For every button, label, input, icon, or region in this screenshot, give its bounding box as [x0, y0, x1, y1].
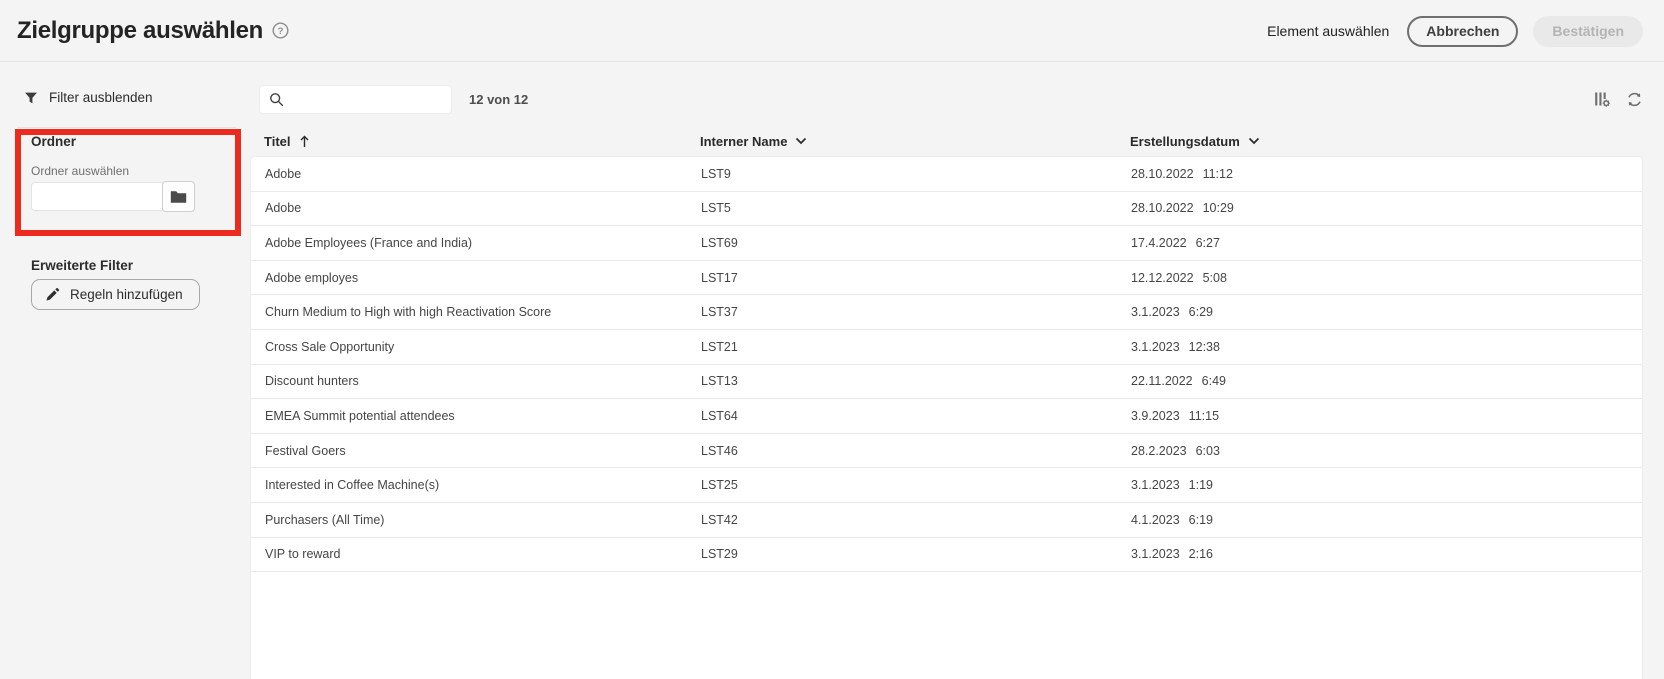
cell-created-date: 17.4.20226:27 [1131, 236, 1642, 250]
title-wrap: Zielgruppe auswählen ? [17, 17, 289, 45]
cell-title: VIP to reward [251, 547, 701, 561]
cell-title: Adobe Employees (France and India) [251, 236, 701, 250]
filter-funnel-icon [24, 91, 38, 105]
cell-title: EMEA Summit potential attendees [251, 409, 701, 423]
cell-created-date: 3.1.20236:29 [1131, 305, 1642, 319]
column-label: Titel [264, 134, 291, 149]
cell-created-date: 12.12.20225:08 [1131, 271, 1642, 285]
cell-internal-name: LST25 [701, 478, 1131, 492]
add-rules-button[interactable]: Regeln hinzufügen [31, 279, 200, 310]
cell-internal-name: LST5 [701, 201, 1131, 215]
column-settings-icon [1594, 91, 1611, 108]
refresh-icon [1626, 91, 1643, 108]
column-label: Erstellungsdatum [1130, 134, 1240, 149]
table-header: Titel Interner Name Erstellungsdatum [250, 129, 1643, 153]
table-row[interactable]: Cross Sale OpportunityLST213.1.202312:38 [251, 330, 1642, 365]
cell-created-date: 3.1.20232:16 [1131, 547, 1642, 561]
cell-created-date: 3.1.202312:38 [1131, 340, 1642, 354]
table-row[interactable]: Discount huntersLST1322.11.20226:49 [251, 365, 1642, 400]
filter-toggle-label: Filter ausblenden [49, 90, 153, 105]
cell-internal-name: LST9 [701, 167, 1131, 181]
cell-created-date: 28.10.202210:29 [1131, 201, 1642, 215]
cell-created-date: 3.1.20231:19 [1131, 478, 1642, 492]
table-row[interactable]: VIP to rewardLST293.1.20232:16 [251, 538, 1642, 573]
cell-created-date: 22.11.20226:49 [1131, 374, 1642, 388]
cell-internal-name: LST69 [701, 236, 1131, 250]
table-row[interactable]: Purchasers (All Time)LST424.1.20236:19 [251, 503, 1642, 538]
toolbar-icons [1594, 91, 1643, 108]
folder-browse-button[interactable] [162, 181, 195, 212]
table-row[interactable]: Churn Medium to High with high Reactivat… [251, 295, 1642, 330]
cell-internal-name: LST29 [701, 547, 1131, 561]
folder-section-heading: Ordner [31, 134, 76, 149]
column-settings-button[interactable] [1594, 91, 1611, 108]
help-icon[interactable]: ? [272, 22, 289, 39]
folder-icon [170, 190, 187, 204]
cancel-button[interactable]: Abbrechen [1407, 16, 1518, 47]
page-body: Filter ausblenden Ordner Ordner auswähle… [0, 63, 1664, 679]
cell-title: Adobe employes [251, 271, 701, 285]
sort-ascending-icon [299, 135, 310, 148]
topbar-actions: Element auswählen Abbrechen Bestätigen [1267, 0, 1643, 62]
cell-title: Purchasers (All Time) [251, 513, 701, 527]
table-row[interactable]: Festival GoersLST4628.2.20236:03 [251, 434, 1642, 469]
table-body: AdobeLST928.10.202211:12AdobeLST528.10.2… [250, 156, 1643, 679]
column-label: Interner Name [700, 134, 787, 149]
confirm-button[interactable]: Bestätigen [1533, 16, 1643, 47]
svg-text:?: ? [278, 26, 284, 37]
filter-sidebar: Filter ausblenden Ordner Ordner auswähle… [0, 63, 250, 679]
cell-title: Festival Goers [251, 444, 701, 458]
table-row[interactable]: Adobe employesLST1712.12.20225:08 [251, 261, 1642, 296]
result-count: 12 von 12 [469, 92, 528, 107]
column-header-interner-name[interactable]: Interner Name [700, 134, 1130, 149]
filter-toggle[interactable]: Filter ausblenden [24, 90, 153, 105]
sidebar-divider [17, 127, 236, 128]
cell-title: Cross Sale Opportunity [251, 340, 701, 354]
page-title: Zielgruppe auswählen [17, 17, 263, 45]
cell-internal-name: LST42 [701, 513, 1131, 527]
cell-title: Interested in Coffee Machine(s) [251, 478, 701, 492]
cell-created-date: 28.2.20236:03 [1131, 444, 1642, 458]
folder-input[interactable] [31, 182, 163, 211]
column-header-erstellungsdatum[interactable]: Erstellungsdatum [1130, 134, 1643, 149]
folder-picker [31, 181, 195, 212]
cell-internal-name: LST37 [701, 305, 1131, 319]
list-toolbar: 12 von 12 [259, 84, 1643, 114]
cell-internal-name: LST46 [701, 444, 1131, 458]
cell-created-date: 4.1.20236:19 [1131, 513, 1642, 527]
cell-internal-name: LST64 [701, 409, 1131, 423]
selection-hint: Element auswählen [1267, 23, 1389, 39]
pencil-icon [45, 287, 60, 302]
table-row[interactable]: Adobe Employees (France and India)LST691… [251, 226, 1642, 261]
search-box[interactable] [259, 85, 452, 114]
cell-title: Churn Medium to High with high Reactivat… [251, 305, 701, 319]
cell-internal-name: LST17 [701, 271, 1131, 285]
topbar: Zielgruppe auswählen ? Element auswählen… [0, 0, 1664, 62]
search-icon [269, 92, 284, 107]
cell-created-date: 3.9.202311:15 [1131, 409, 1642, 423]
cell-title: Adobe [251, 167, 701, 181]
cell-internal-name: LST21 [701, 340, 1131, 354]
cell-title: Adobe [251, 201, 701, 215]
table-row[interactable]: AdobeLST928.10.202211:12 [251, 157, 1642, 192]
search-input[interactable] [292, 91, 472, 108]
cell-internal-name: LST13 [701, 374, 1131, 388]
table-row[interactable]: EMEA Summit potential attendeesLST643.9.… [251, 399, 1642, 434]
table-row[interactable]: Interested in Coffee Machine(s)LST253.1.… [251, 468, 1642, 503]
folder-picker-label: Ordner auswählen [31, 164, 129, 178]
add-rules-label: Regeln hinzufügen [70, 287, 183, 302]
cell-created-date: 28.10.202211:12 [1131, 167, 1642, 181]
table-row[interactable]: AdobeLST528.10.202210:29 [251, 192, 1642, 227]
chevron-down-icon [1248, 137, 1260, 145]
refresh-button[interactable] [1626, 91, 1643, 108]
column-header-titel[interactable]: Titel [250, 134, 700, 149]
advanced-filter-heading: Erweiterte Filter [31, 258, 133, 273]
chevron-down-icon [795, 137, 807, 145]
main-content: 12 von 12 [250, 63, 1664, 679]
cell-title: Discount hunters [251, 374, 701, 388]
